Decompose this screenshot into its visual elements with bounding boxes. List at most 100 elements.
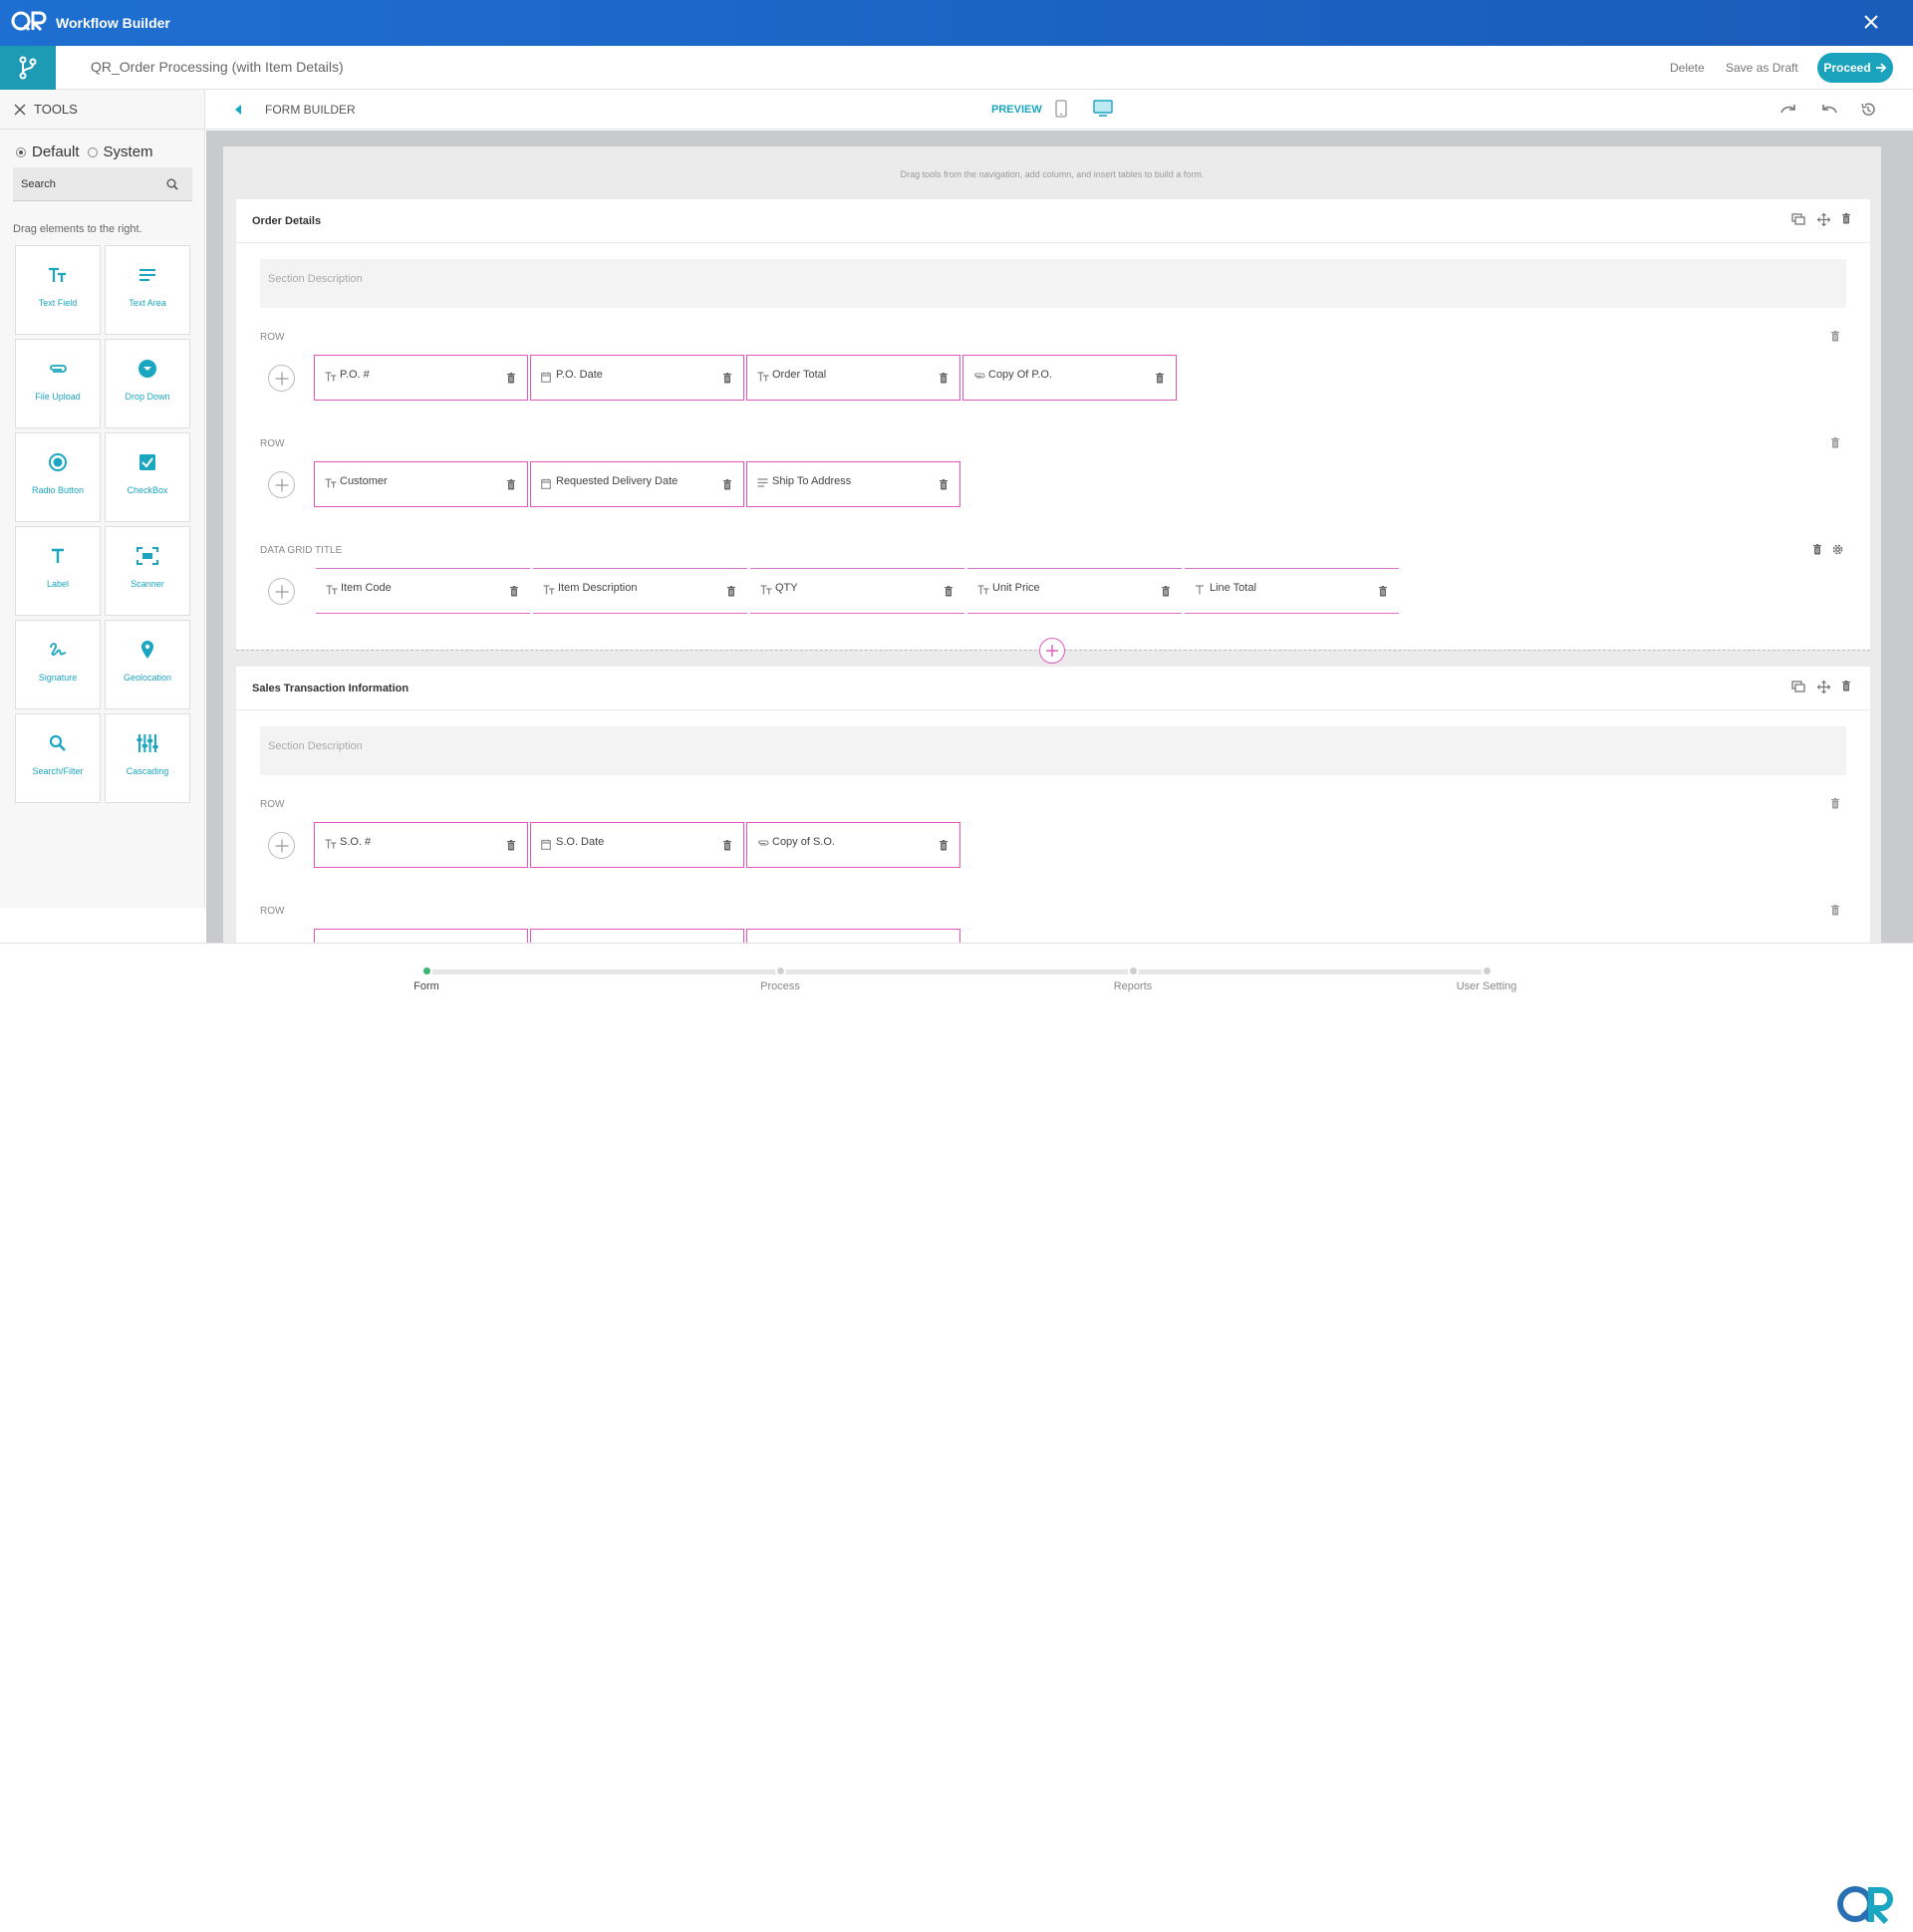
- grid-column-field[interactable]: Item Code: [316, 568, 530, 614]
- delete-section-icon[interactable]: [1842, 213, 1850, 226]
- proceed-button[interactable]: Proceed: [1817, 53, 1893, 83]
- delete-field-icon[interactable]: [507, 479, 515, 490]
- grid-column-field[interactable]: Item Description: [533, 568, 747, 614]
- delete-field-icon[interactable]: [507, 840, 515, 851]
- tool-tile-checkbox[interactable]: CheckBox: [105, 432, 190, 522]
- delete-row-icon[interactable]: [1831, 905, 1839, 916]
- form-section[interactable]: Sales Transaction Information Section De…: [236, 667, 1870, 943]
- workflow-title[interactable]: QR_Order Processing (with Item Details): [91, 59, 344, 75]
- undo-icon[interactable]: [1820, 102, 1838, 116]
- delete-section-icon[interactable]: [1842, 681, 1850, 693]
- search-placeholder: Search: [21, 178, 56, 190]
- grid-column-field[interactable]: Line Total: [1185, 568, 1399, 614]
- grid-settings-icon[interactable]: [1831, 543, 1844, 556]
- section-title[interactable]: Order Details: [252, 215, 321, 227]
- delete-field-icon[interactable]: [940, 373, 948, 384]
- section-title[interactable]: Sales Transaction Information: [252, 683, 409, 694]
- tool-tile-scanner[interactable]: Scanner: [105, 526, 190, 616]
- form-field-placeholder[interactable]: [746, 929, 960, 943]
- form-field-placeholder[interactable]: [314, 929, 528, 943]
- add-section-button[interactable]: [1039, 638, 1065, 664]
- mobile-view-icon[interactable]: [1055, 100, 1067, 118]
- delete-button[interactable]: Delete: [1670, 61, 1705, 75]
- workflow-branch-icon[interactable]: [0, 46, 56, 90]
- close-tools-icon[interactable]: [14, 103, 26, 116]
- tool-tile-radio-button[interactable]: Radio Button: [15, 432, 101, 522]
- duplicate-section-icon[interactable]: [1791, 681, 1805, 693]
- delete-row-icon[interactable]: [1831, 331, 1839, 342]
- text-type-icon: [757, 372, 769, 382]
- preview-button[interactable]: PREVIEW: [991, 104, 1042, 116]
- section-description-field[interactable]: Section Description: [260, 726, 1846, 775]
- tool-tile-geolocation[interactable]: Geolocation: [105, 620, 190, 709]
- form-builder-title: FORM BUILDER: [265, 103, 356, 117]
- duplicate-section-icon[interactable]: [1791, 213, 1805, 226]
- delete-field-icon[interactable]: [1162, 586, 1170, 597]
- form-field[interactable]: S.O. Date: [530, 822, 744, 868]
- step-reports[interactable]: Reports: [1073, 966, 1193, 992]
- tool-tile-cascading[interactable]: Cascading: [105, 713, 190, 803]
- form-field-placeholder[interactable]: [530, 929, 744, 943]
- delete-field-icon[interactable]: [945, 586, 953, 597]
- grid-column-field[interactable]: Unit Price: [967, 568, 1182, 614]
- delete-field-icon[interactable]: [940, 479, 948, 490]
- tool-tile-text-field[interactable]: Text Field: [15, 245, 101, 335]
- tool-tile-label[interactable]: Label: [15, 526, 101, 616]
- delete-field-icon[interactable]: [510, 586, 518, 597]
- form-field[interactable]: P.O. Date: [530, 355, 744, 401]
- move-section-icon[interactable]: [1817, 681, 1830, 693]
- radio-default[interactable]: [16, 146, 26, 157]
- step-form[interactable]: Form: [367, 966, 486, 992]
- tool-tile-search-filter[interactable]: Search/Filter: [15, 713, 101, 803]
- row-label: ROW: [260, 799, 285, 810]
- form-field[interactable]: Order Total: [746, 355, 960, 401]
- form-field[interactable]: Copy Of P.O.: [962, 355, 1177, 401]
- redo-icon[interactable]: [1779, 102, 1797, 116]
- delete-field-icon[interactable]: [1156, 373, 1164, 384]
- collapse-left-icon[interactable]: [234, 104, 242, 116]
- history-icon[interactable]: [1860, 102, 1876, 118]
- step-dot: [420, 966, 432, 976]
- step-process[interactable]: Process: [720, 966, 840, 992]
- section-actions: [1791, 213, 1850, 226]
- tool-tile-text-area[interactable]: Text Area: [105, 245, 190, 335]
- form-field[interactable]: Copy of S.O.: [746, 822, 960, 868]
- delete-row-icon[interactable]: [1831, 437, 1839, 448]
- add-column-button[interactable]: [268, 471, 295, 498]
- delete-field-icon[interactable]: [940, 840, 948, 851]
- form-field[interactable]: Ship To Address: [746, 461, 960, 507]
- delete-field-icon[interactable]: [723, 373, 731, 384]
- grid-column-field[interactable]: QTY: [750, 568, 964, 614]
- desktop-view-icon[interactable]: [1093, 100, 1113, 118]
- field-label: S.O. Date: [556, 836, 605, 848]
- form-field[interactable]: Customer: [314, 461, 528, 507]
- move-section-icon[interactable]: [1817, 213, 1830, 226]
- close-icon[interactable]: [1863, 14, 1879, 30]
- form-field[interactable]: Requested Delivery Date: [530, 461, 744, 507]
- form-field[interactable]: P.O. #: [314, 355, 528, 401]
- form-canvas[interactable]: Drag tools from the navigation, add colu…: [223, 146, 1881, 943]
- delete-field-icon[interactable]: [727, 586, 735, 597]
- step-user-setting[interactable]: User Setting: [1427, 966, 1546, 992]
- form-field[interactable]: S.O. #: [314, 822, 528, 868]
- radio-system[interactable]: [87, 146, 98, 157]
- delete-grid-icon[interactable]: [1813, 544, 1821, 555]
- add-column-button[interactable]: [268, 832, 295, 859]
- form-section[interactable]: Order Details Section Description ROW P.O…: [236, 199, 1870, 650]
- delete-field-icon[interactable]: [723, 840, 731, 851]
- section-description-field[interactable]: Section Description: [260, 259, 1846, 308]
- tool-tile-label: Radio Button: [31, 485, 85, 495]
- tool-tile-drop-down[interactable]: Drop Down: [105, 339, 190, 428]
- search-icon[interactable]: [166, 178, 178, 190]
- tools-search-input[interactable]: Search: [13, 167, 192, 201]
- delete-field-icon[interactable]: [1379, 586, 1387, 597]
- text-field-icon: [48, 264, 68, 286]
- tool-tile-signature[interactable]: Signature: [15, 620, 101, 709]
- add-column-button[interactable]: [268, 365, 295, 392]
- delete-field-icon[interactable]: [507, 373, 515, 384]
- tool-tile-file-upload[interactable]: File Upload: [15, 339, 101, 428]
- add-grid-column-button[interactable]: [268, 578, 295, 605]
- delete-field-icon[interactable]: [723, 479, 731, 490]
- save-draft-button[interactable]: Save as Draft: [1726, 61, 1798, 75]
- delete-row-icon[interactable]: [1831, 798, 1839, 809]
